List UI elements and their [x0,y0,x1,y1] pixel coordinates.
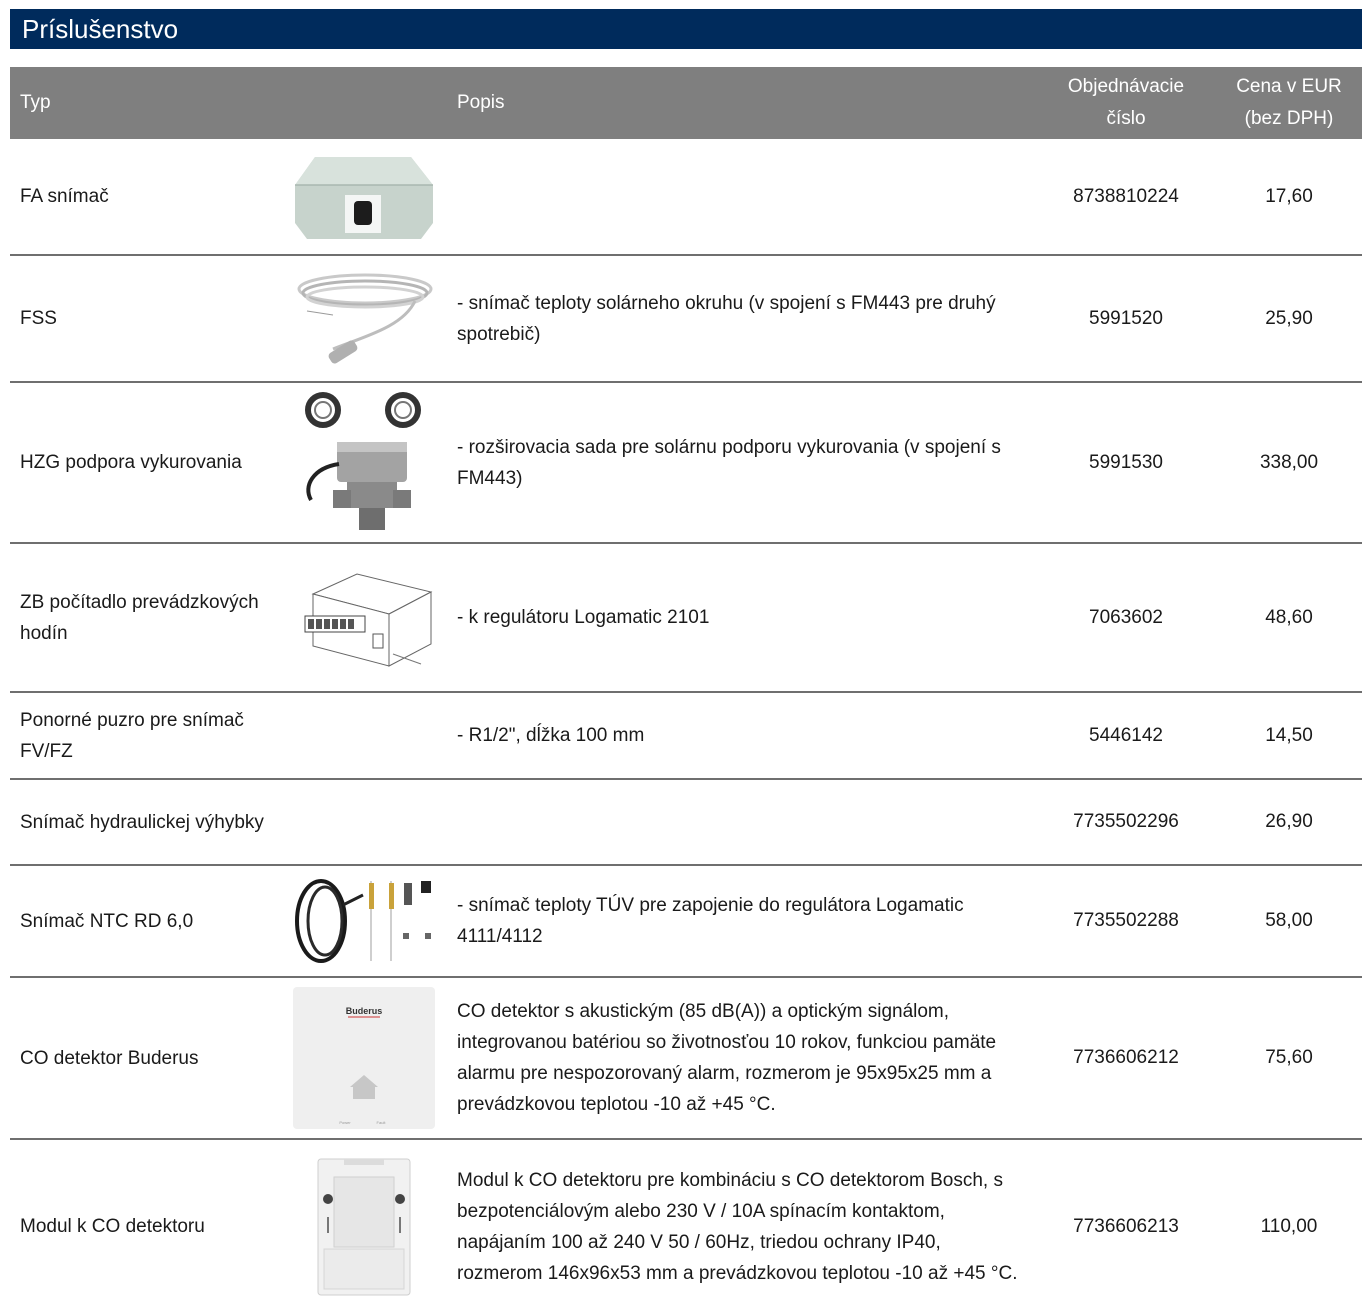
row-type: Modul k CO detektoru [20,1216,205,1237]
row-price: 14,50 [1265,724,1313,746]
row-order-number: 5446142 [1089,724,1163,746]
header-description: Popis [457,92,505,113]
table-row: Snímač hydraulickej výhybky 7735502296 2… [10,780,1362,866]
row-price: 26,90 [1265,811,1313,832]
row-description: - R1/2", dĺžka 100 mm [457,725,645,746]
row-price: 338,00 [1259,451,1319,473]
co-detector-fault-label: Fault [377,1120,387,1125]
fa-sensor-image [291,139,437,254]
table-row: Ponorné puzro pre snímač FV/FZ - R1/2", … [10,693,1362,780]
row-description: - k regulátoru Logamatic 2101 [457,607,710,628]
row-order-number: 7736606213 [1073,1215,1179,1237]
co-detector-image: Buderus Power Fault [291,978,437,1138]
row-description: - snímač teploty solárneho okruhu (v spo… [457,292,996,345]
hzg-valve-image [291,383,437,542]
row-type: FSS [20,308,57,329]
header-price: Cena v EUR (bez DPH) [1236,76,1342,129]
table-row: HZG podpora vykurovania - rozširovacia s… [10,383,1362,544]
ntc-sensor-image [291,866,437,976]
table-row: CO detektor Buderus Buderus Power Fault … [10,978,1362,1140]
row-description: CO detektor s akustickým (85 dB(A)) a op… [457,1001,997,1115]
row-type: ZB počítadlo prevádzkových hodín [20,591,259,644]
row-price: 48,60 [1265,606,1313,628]
row-type: Snímač hydraulickej výhybky [20,811,264,833]
row-description [457,780,1027,864]
row-price: 110,00 [1260,1215,1318,1237]
row-order-number: 7735502296 [1073,811,1179,832]
row-order-number: 5991530 [1089,451,1163,473]
table-row: Modul k CO detektoru Modul k CO detektor… [10,1140,1362,1312]
row-type: CO detektor Buderus [20,1047,199,1069]
row-order-number: 7063602 [1089,606,1163,628]
table-row: ZB počítadlo prevádzkových hodín - k reg… [10,544,1362,693]
row-type: Snímač NTC RD 6,0 [20,910,194,932]
section-title: Príslušenstvo [10,9,1362,49]
row-order-number: 7735502288 [1073,910,1179,931]
row-type: FA snímač [20,186,109,207]
row-description: - rozširovacia sada pre solárnu podporu … [457,436,1001,489]
row-price: 75,60 [1265,1047,1313,1068]
row-description: Modul k CO detektoru pre kombináciu s CO… [457,1169,1018,1284]
row-order-number: 7736606212 [1073,1047,1179,1068]
co-module-image [291,1140,437,1312]
accessories-table: Typ Popis Objednávacie číslo Cena v EUR … [10,67,1362,1312]
row-type: Ponorné puzro pre snímač FV/FZ [20,709,244,762]
row-order-number: 5991520 [1089,307,1163,329]
co-detector-brand: Buderus [346,1006,383,1016]
row-price: 58,00 [1265,910,1313,931]
table-row: FA snímač 8738810224 17,60 [10,139,1362,256]
table-row: Snímač NTC RD 6,0 - snímač teploty TÚV p… [10,866,1362,978]
row-price: 17,60 [1265,185,1313,207]
header-type: Typ [20,92,51,113]
hour-counter-image [291,544,437,691]
co-detector-power-label: Power [339,1120,351,1125]
header-order-number: Objednávacie číslo [1067,76,1185,129]
row-price: 25,90 [1265,307,1313,329]
table-row: FSS - snímač teploty solárneho okruhu (v… [10,256,1362,383]
row-description [457,139,1027,254]
row-description: - snímač teploty TÚV pre zapojenie do re… [457,895,964,947]
row-type: HZG podpora vykurovania [20,452,242,473]
table-header: Typ Popis Objednávacie číslo Cena v EUR … [10,67,1362,139]
row-order-number: 8738810224 [1073,185,1179,207]
fss-cable-sensor-image [291,256,437,381]
